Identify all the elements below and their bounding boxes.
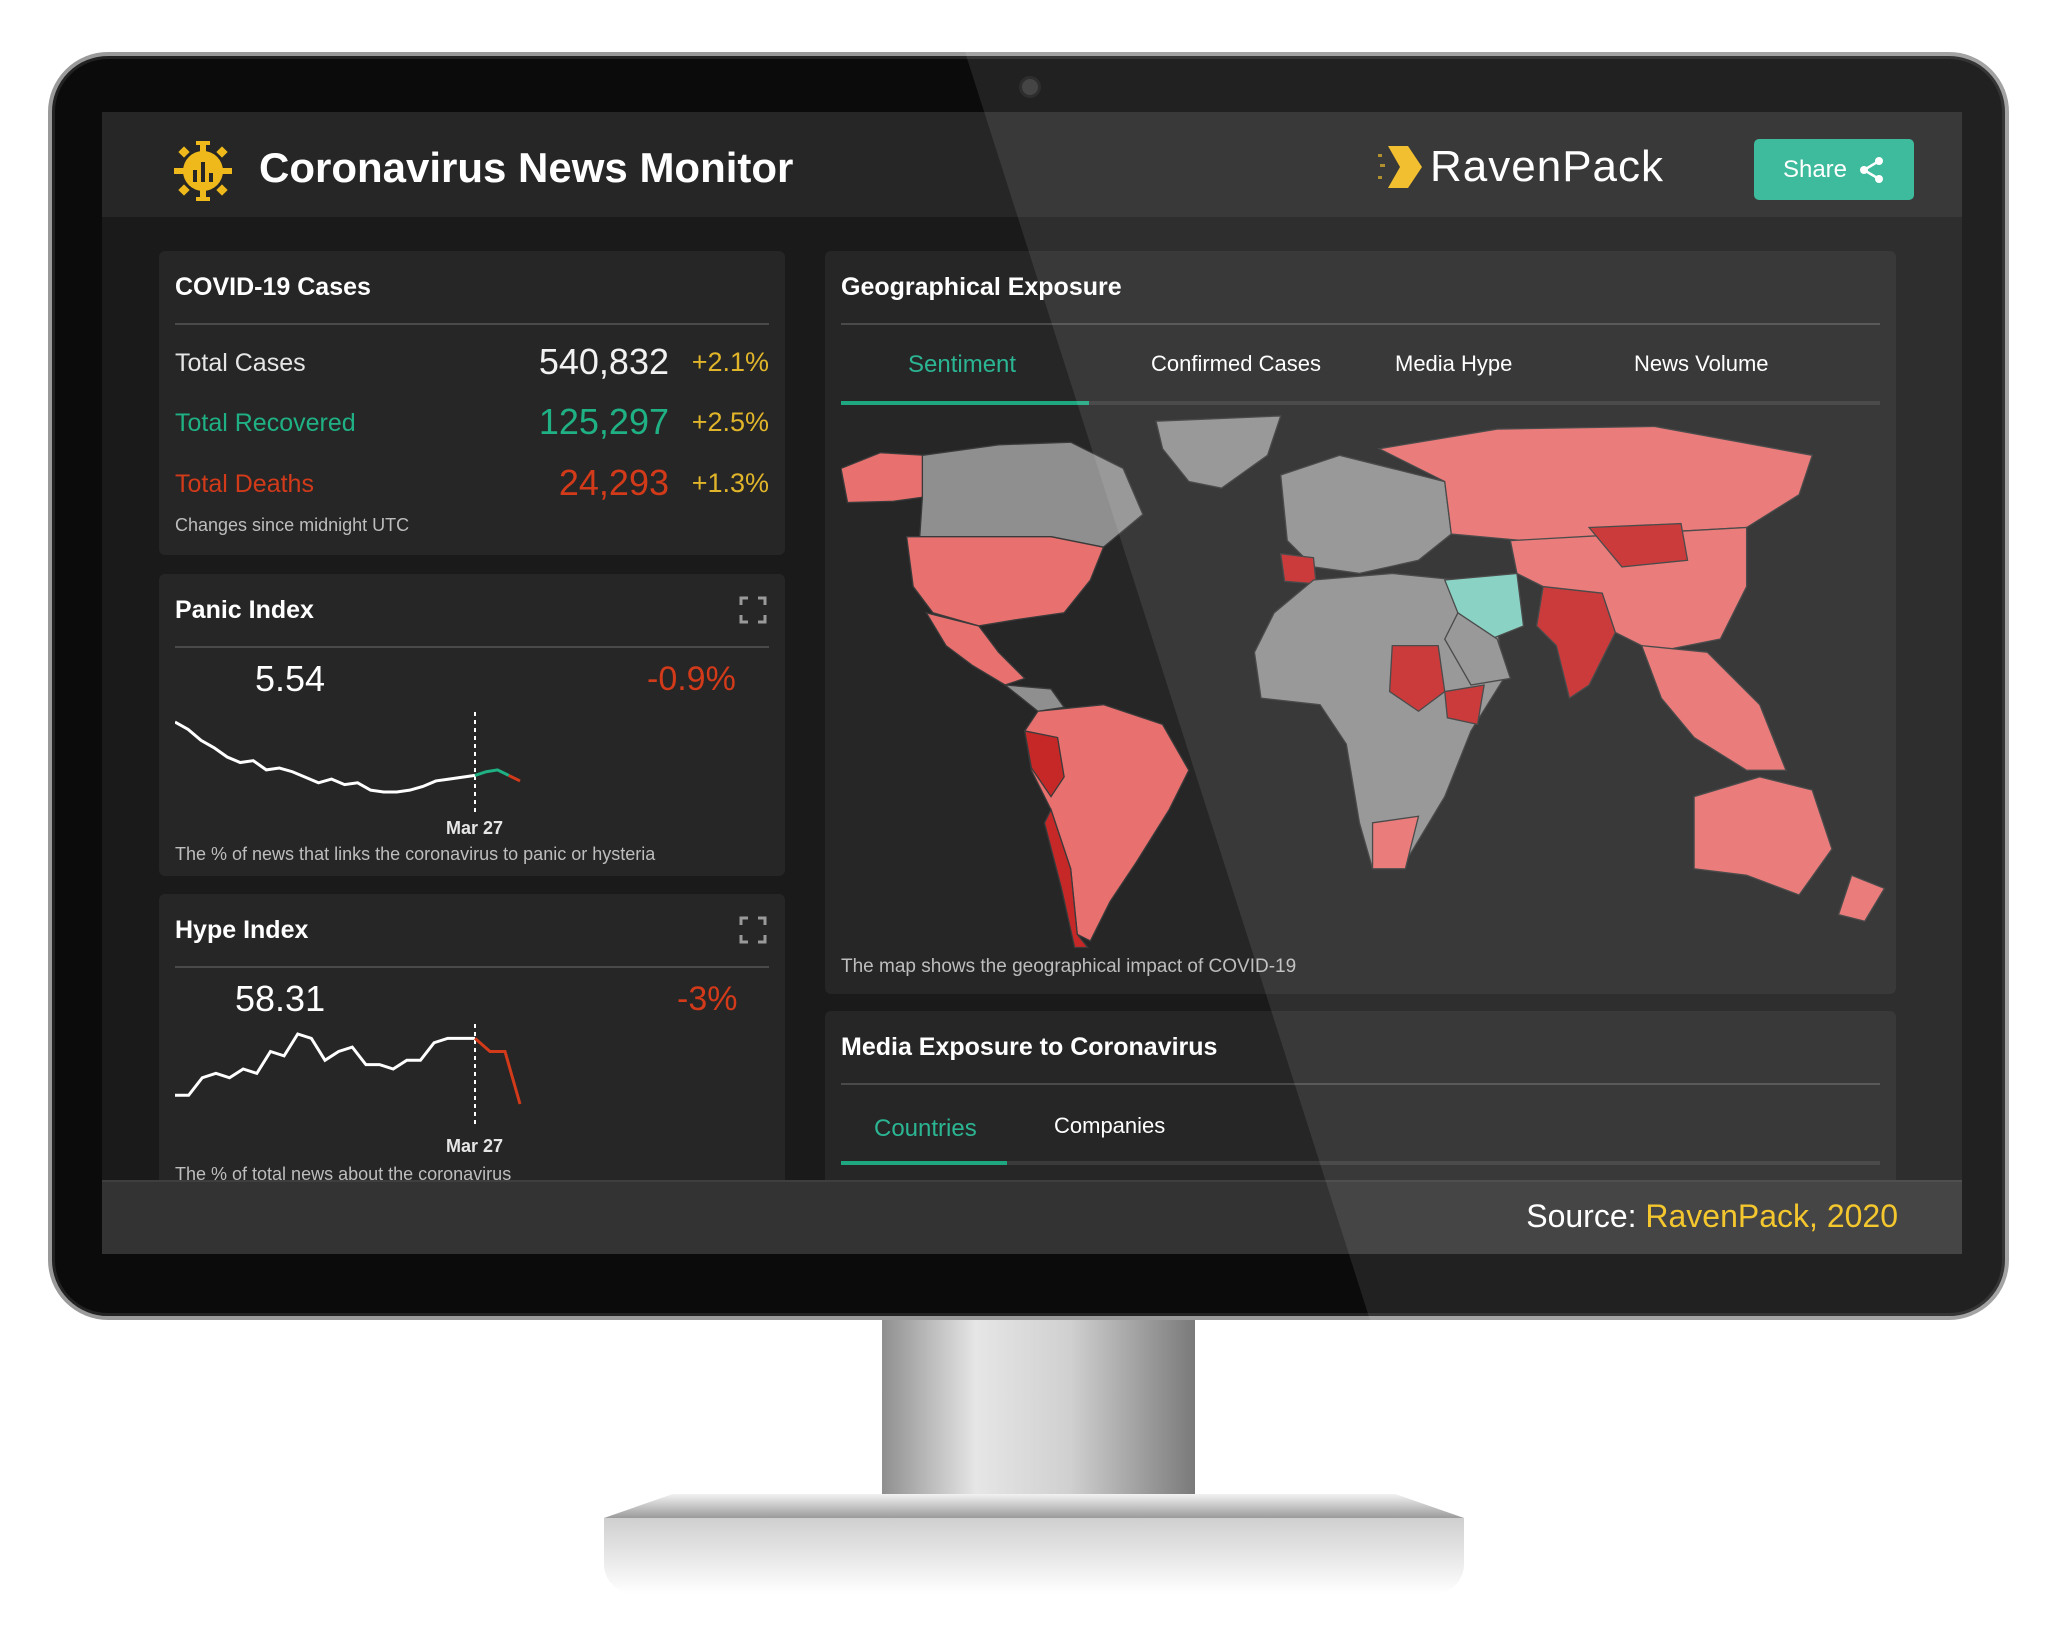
hype-sparkline [175, 1024, 522, 1124]
map-alaska [841, 452, 928, 504]
total-recovered-row: Total Recovered 125,297 +2.5% [175, 401, 769, 442]
row-label: Total Deaths [175, 470, 314, 498]
row-change: +2.1% [691, 347, 769, 377]
expand-icon[interactable] [739, 916, 767, 944]
media-tabs: Countries Companies [841, 1085, 1880, 1165]
map-spain [1279, 552, 1317, 585]
tab-confirmed-cases[interactable]: Confirmed Cases [1151, 351, 1321, 377]
covid-cases-card: COVID-19 Cases Total Cases 540,832 +2.1%… [159, 251, 785, 555]
source-footer: Source: RavenPack, 2020 [102, 1180, 1962, 1254]
forecast-line-up [474, 768, 510, 777]
share-label: Share [1782, 155, 1848, 183]
share-button[interactable]: Share [1754, 139, 1914, 200]
forecast-line-down [508, 774, 521, 783]
marker-date: Mar 27 [446, 818, 504, 838]
world-map[interactable] [841, 415, 1891, 955]
source-label: Source: [1526, 1198, 1637, 1234]
monitor-stand-reflection [604, 1518, 1464, 1594]
panic-note: The % of news that links the coronavirus… [175, 844, 656, 864]
tab-companies[interactable]: Companies [1054, 1113, 1165, 1139]
tab-media-hype[interactable]: Media Hype [1395, 351, 1512, 377]
divider [175, 323, 769, 325]
monitor-stand-neck [882, 1320, 1195, 1500]
panic-value: 5.54 [255, 658, 326, 699]
card-title: Geographical Exposure [841, 273, 1122, 301]
row-change: +1.3% [691, 468, 769, 498]
row-label: Total Recovered [175, 409, 356, 437]
history-line [175, 1032, 475, 1097]
map-india [1535, 585, 1617, 700]
virus-chart-icon [174, 141, 232, 201]
expand-icon[interactable] [739, 596, 767, 624]
map-peru [1023, 730, 1065, 798]
map-central-america [1002, 684, 1066, 712]
card-title: Hype Index [175, 916, 309, 944]
row-value: 24,293 [558, 462, 669, 503]
map-note: The map shows the geographical impact of… [841, 956, 1297, 977]
active-tab-indicator [841, 1161, 1007, 1165]
map-south-africa [1371, 815, 1420, 870]
hype-change: -3% [677, 980, 738, 1018]
total-cases-row: Total Cases 540,832 +2.1% [175, 341, 769, 382]
share-icon [1860, 156, 1884, 183]
history-line [175, 720, 476, 794]
row-value: 125,297 [538, 401, 669, 442]
source-value: RavenPack, 2020 [1645, 1198, 1898, 1234]
panic-index-card: Panic Index 5.54 -0.9% Mar 27 The % of n… [159, 574, 785, 876]
card-title: COVID-19 Cases [175, 273, 371, 301]
tab-countries[interactable]: Countries [874, 1115, 977, 1143]
app-title: Coronavirus News Monitor [259, 144, 794, 191]
map-new-zealand [1837, 874, 1886, 923]
cases-note: Changes since midnight UTC [175, 515, 410, 535]
map-canada [919, 441, 1144, 548]
tab-sentiment[interactable]: Sentiment [908, 351, 1016, 379]
source-text: Source: RavenPack, 2020 [1526, 1198, 1898, 1235]
divider [175, 966, 769, 968]
ravenpack-logo: RavenPack [1378, 142, 1664, 192]
hype-index-card: Hype Index 58.31 -3% Mar 27 The % of tot… [159, 894, 785, 1214]
row-value: 540,832 [538, 341, 669, 382]
panic-sparkline [175, 712, 521, 812]
hype-value: 58.31 [235, 978, 326, 1019]
row-change: +2.5% [691, 407, 769, 437]
divider [175, 646, 769, 648]
row-label: Total Cases [175, 349, 306, 377]
geo-tabs: Sentiment Confirmed Cases Media Hype New… [841, 325, 1880, 405]
tab-news-volume[interactable]: News Volume [1634, 351, 1769, 377]
monitor-stand-base [604, 1494, 1464, 1518]
panic-change: -0.9% [647, 660, 736, 698]
map-ethiopia [1444, 684, 1485, 726]
map-se-asia [1640, 644, 1787, 771]
dashboard-screen: Coronavirus News Monitor RavenPack Share… [102, 112, 1962, 1254]
card-title: Media Exposure to Coronavirus [841, 1033, 1218, 1061]
map-europe [1279, 454, 1453, 575]
map-usa [905, 536, 1105, 627]
map-australia [1693, 776, 1833, 896]
total-deaths-row: Total Deaths 24,293 +1.3% [175, 462, 769, 503]
geographical-exposure-card: Geographical Exposure Sentiment Confirme… [825, 251, 1896, 994]
card-title: Panic Index [175, 596, 314, 624]
app-header: Coronavirus News Monitor RavenPack Share [102, 112, 1962, 217]
ravenpack-arrow-icon [1378, 146, 1422, 188]
active-tab-indicator [841, 401, 1089, 405]
marker-date: Mar 27 [446, 1136, 504, 1156]
webcam [1019, 76, 1041, 98]
map-greenland [1155, 415, 1282, 489]
forecast-line [474, 1037, 522, 1105]
